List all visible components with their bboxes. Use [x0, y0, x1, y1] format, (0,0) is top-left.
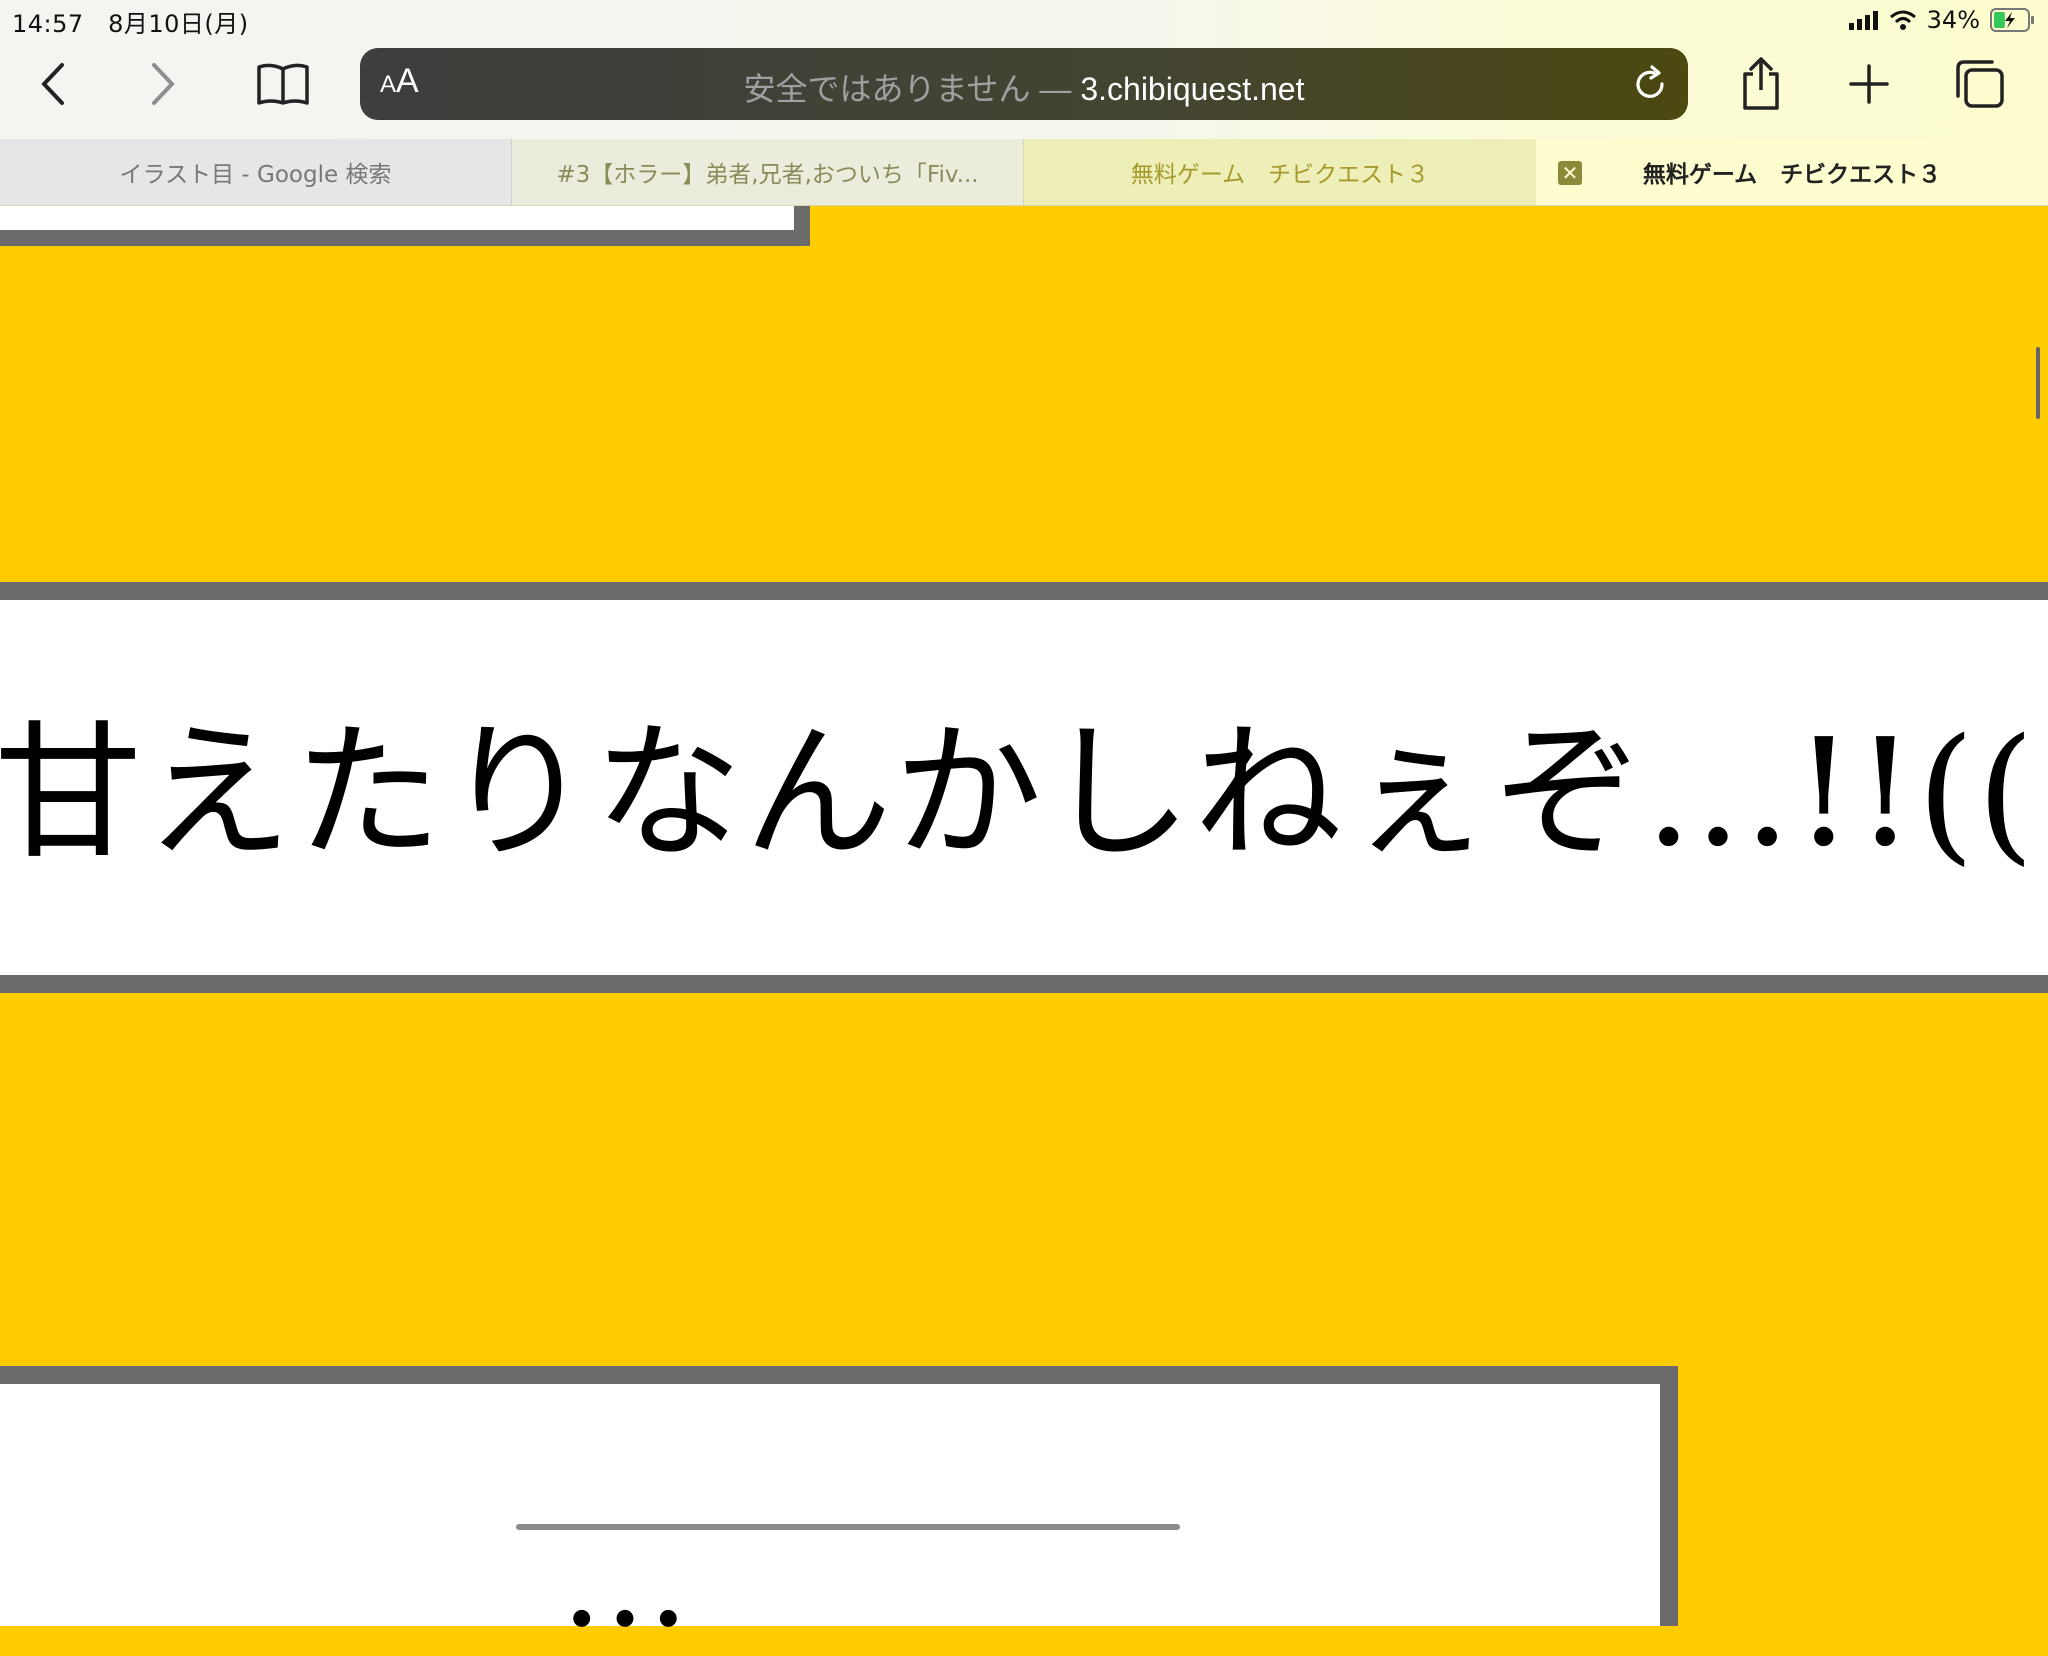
tab-chibiquest-1[interactable]: 無料ゲーム チビクエスト３ — [1024, 139, 1536, 205]
forward-icon — [152, 63, 175, 105]
tab-youtube-video[interactable]: #3【ホラー】弟者,兄者,おついち「Fiv... — [512, 139, 1024, 205]
address-domain: 3.chibiquest.net — [1080, 71, 1305, 107]
status-right: 34% — [1848, 6, 2036, 34]
status-time: 14:57 8月10日(月) — [12, 10, 249, 38]
battery-percent: 34% — [1926, 6, 1980, 34]
wifi-icon — [1889, 10, 1916, 30]
share-icon — [1743, 57, 1779, 110]
share-button[interactable] — [1725, 48, 1797, 120]
status-bar: 14:57 8月10日(月) 34% — [0, 0, 2048, 40]
reload-icon[interactable] — [1630, 64, 1670, 104]
tab-chibiquest-active[interactable]: ✕ 無料ゲーム チビクエスト３ — [1536, 139, 2048, 205]
dialogue-banner: 甘えたりなんかしねぇぞ…!!((( — [0, 582, 2048, 993]
bookmarks-icon — [257, 63, 309, 105]
tabs-overview-button[interactable] — [1944, 48, 2016, 120]
forward-button[interactable] — [126, 48, 198, 120]
address-text: 安全ではありません — 3.chibiquest.net — [360, 64, 1688, 110]
vertical-scrollbar[interactable] — [2036, 347, 2040, 419]
dialogue-text: 甘えたりなんかしねぇぞ…!!((( — [0, 707, 2048, 879]
back-icon — [41, 63, 64, 105]
tab-bar: イラスト目 - Google 検索 #3【ホラー】弟者,兄者,おついち「Fiv.… — [0, 139, 2048, 206]
tabs-overview-icon — [1956, 60, 2004, 108]
address-bar[interactable]: AA 安全ではありません — 3.chibiquest.net — [360, 48, 1688, 120]
not-secure-warning: 安全ではありません — — [743, 71, 1081, 107]
tab-google-search[interactable]: イラスト目 - Google 検索 — [0, 139, 512, 205]
web-page: 甘えたりなんかしねぇぞ…!!((( … — [0, 186, 2048, 1656]
new-tab-button[interactable] — [1833, 48, 1905, 120]
bookmarks-button[interactable] — [247, 48, 319, 120]
browser-chrome: 14:57 8月10日(月) 34% AA 安全ではありません — 3.chib… — [0, 0, 2048, 206]
tabbar-divider — [0, 205, 2048, 206]
back-button[interactable] — [18, 48, 90, 120]
close-tab-icon[interactable]: ✕ — [1558, 161, 1582, 185]
battery-charging-icon — [1990, 8, 2034, 32]
new-tab-icon — [1849, 64, 1889, 104]
signal-icon — [1848, 11, 1878, 30]
bottom-text-box: … — [0, 1366, 1678, 1656]
home-indicator[interactable] — [516, 1524, 1180, 1530]
